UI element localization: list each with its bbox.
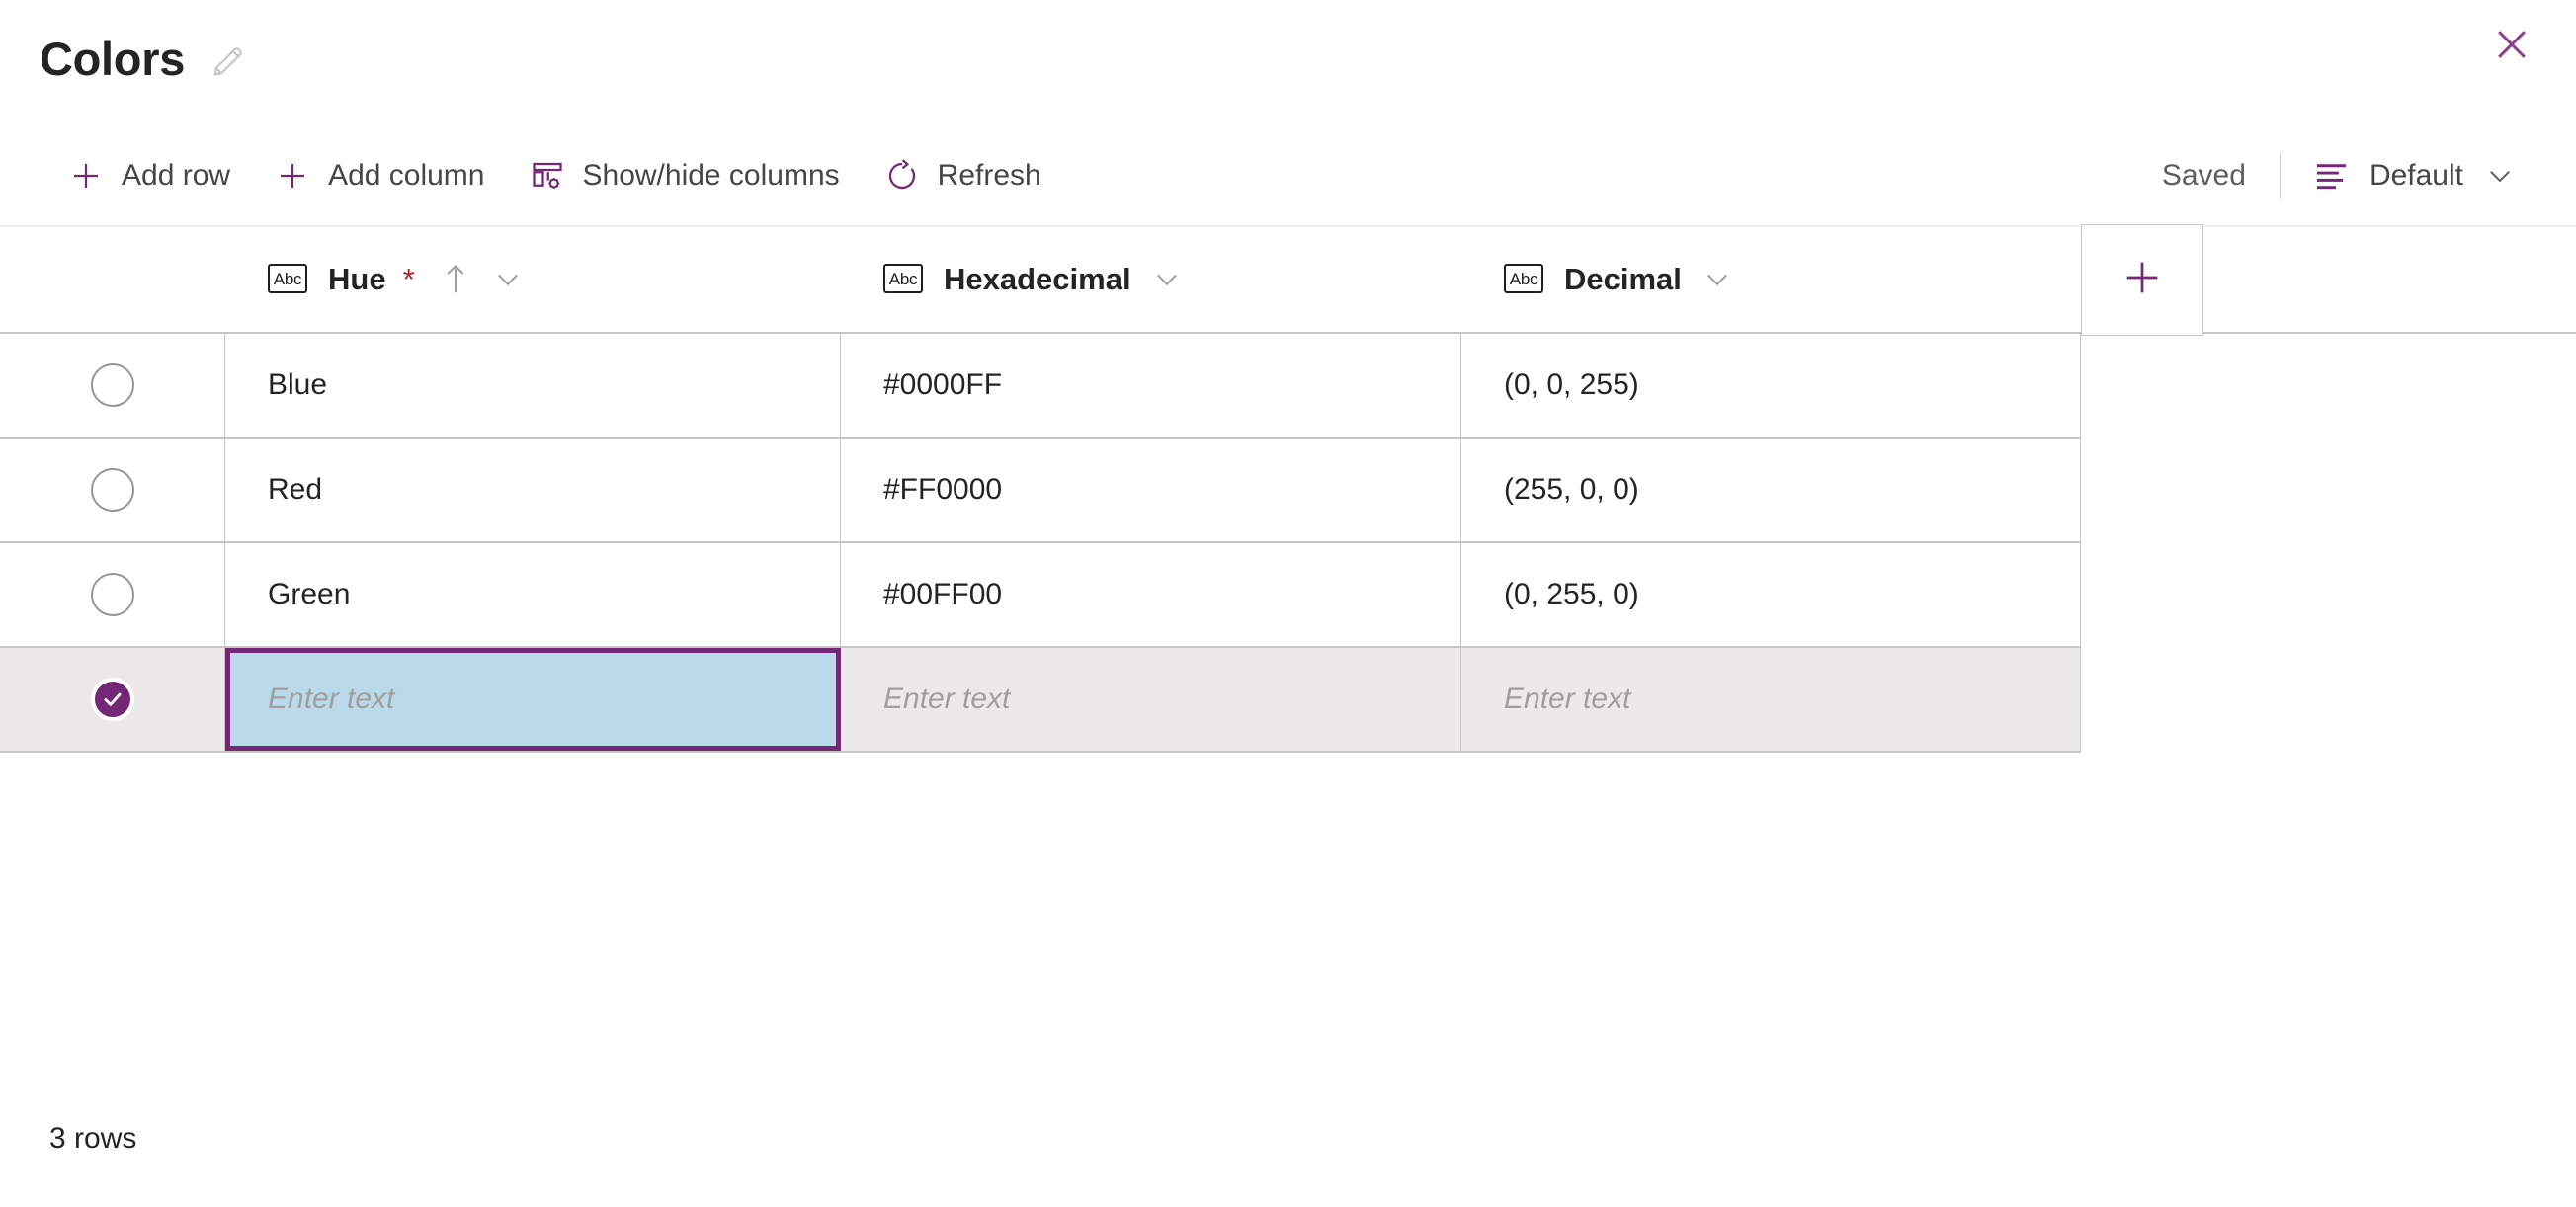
text-type-icon: Abc	[268, 264, 307, 293]
cell-decimal[interactable]: (255, 0, 0)	[1461, 439, 2081, 541]
row-select-radio[interactable]	[90, 468, 134, 512]
plus-icon	[67, 157, 105, 195]
cell-decimal[interactable]: (0, 255, 0)	[1461, 543, 2081, 646]
command-bar-left: Add row Add column Show/hide columns Ref…	[57, 143, 1063, 208]
required-indicator: *	[402, 261, 415, 296]
column-header-decimal[interactable]: Abc Decimal	[1461, 225, 2081, 332]
show-hide-columns-button[interactable]: Show/hide columns	[507, 143, 862, 208]
table-row[interactable]: Blue #0000FF (0, 0, 255)	[0, 334, 2081, 439]
row-select-radio-checked[interactable]	[90, 678, 134, 721]
cell-hexadecimal[interactable]: #0000FF	[841, 334, 1461, 437]
sort-ascending-icon[interactable]	[439, 260, 472, 297]
add-column-label: Add column	[328, 159, 485, 192]
add-row-button[interactable]: Add row	[57, 143, 252, 208]
text-type-icon: Abc	[883, 264, 923, 293]
page-title: Colors	[40, 32, 186, 85]
chevron-down-icon[interactable]	[491, 262, 525, 295]
show-hide-columns-label: Show/hide columns	[582, 159, 840, 192]
row-select-radio[interactable]	[90, 363, 134, 407]
refresh-button[interactable]: Refresh	[862, 143, 1063, 208]
view-label: Default	[2368, 159, 2463, 192]
add-column-header-button[interactable]	[2081, 224, 2203, 336]
cell-hue[interactable]: Green	[225, 543, 841, 646]
chevron-down-icon	[2481, 157, 2519, 195]
hue-placeholder: Enter text	[268, 683, 395, 715]
chevron-down-icon[interactable]	[1150, 262, 1184, 295]
command-bar-right: Saved Default	[2162, 143, 2533, 208]
row-count-label: 3 rows	[49, 1122, 137, 1155]
column-header-hexadecimal[interactable]: Abc Hexadecimal	[841, 225, 1461, 332]
column-header-hue[interactable]: Abc Hue *	[225, 225, 841, 332]
cell-hexadecimal[interactable]: #00FF00	[841, 543, 1461, 646]
table-row[interactable]: Green #00FF00 (0, 255, 0)	[0, 543, 2081, 648]
select-all-header-cell[interactable]	[0, 225, 225, 332]
pencil-icon[interactable]	[207, 40, 250, 83]
column-header-label: Hexadecimal	[944, 261, 1131, 296]
add-column-button[interactable]: Add column	[252, 143, 506, 208]
list-view-icon	[2314, 157, 2352, 195]
row-select-cell[interactable]	[0, 334, 225, 437]
hexadecimal-placeholder: Enter text	[883, 683, 1011, 715]
new-row-hue-input[interactable]: Enter text	[225, 648, 841, 751]
row-select-cell[interactable]	[0, 648, 225, 751]
refresh-label: Refresh	[937, 159, 1041, 192]
cell-hue[interactable]: Red	[225, 439, 841, 541]
command-bar: Add row Add column Show/hide columns Ref…	[0, 135, 2576, 216]
new-row[interactable]: Enter text Enter text Enter text	[0, 648, 2081, 753]
view-selector-button[interactable]: Default	[2281, 143, 2533, 208]
data-grid: Abc Hue * Abc Hexadecimal Abc Decimal Bl…	[0, 224, 2576, 753]
row-select-cell[interactable]	[0, 543, 225, 646]
grid-header-row: Abc Hue * Abc Hexadecimal Abc Decimal	[0, 224, 2576, 336]
saved-status: Saved	[2161, 159, 2246, 192]
text-type-icon: Abc	[1504, 264, 1543, 293]
table-settings-icon	[529, 157, 566, 195]
row-select-cell[interactable]	[0, 439, 225, 541]
cell-hexadecimal[interactable]: #FF0000	[841, 439, 1461, 541]
add-row-label: Add row	[122, 159, 231, 192]
chevron-down-icon[interactable]	[1701, 262, 1734, 295]
title-bar: Colors	[0, 0, 2576, 117]
refresh-icon	[883, 157, 921, 195]
new-row-decimal-input[interactable]: Enter text	[1461, 648, 2081, 751]
row-select-radio[interactable]	[90, 573, 134, 616]
column-header-label: Decimal	[1564, 261, 1682, 296]
cell-decimal[interactable]: (0, 0, 255)	[1461, 334, 2081, 437]
table-row[interactable]: Red #FF0000 (255, 0, 0)	[0, 439, 2081, 543]
table-designer-app: Colors Add row Add column Show/hide colu…	[0, 0, 2576, 1207]
close-icon[interactable]	[2479, 12, 2544, 77]
cell-hue[interactable]: Blue	[225, 334, 841, 437]
column-header-label: Hue	[328, 261, 386, 296]
title-group: Colors	[40, 34, 250, 83]
plus-icon	[2119, 255, 2165, 305]
plus-icon	[274, 157, 311, 195]
decimal-placeholder: Enter text	[1504, 683, 1631, 715]
grid-body: Blue #0000FF (0, 0, 255) Red #FF0000 (25…	[0, 334, 2576, 753]
new-row-hexadecimal-input[interactable]: Enter text	[841, 648, 1461, 751]
